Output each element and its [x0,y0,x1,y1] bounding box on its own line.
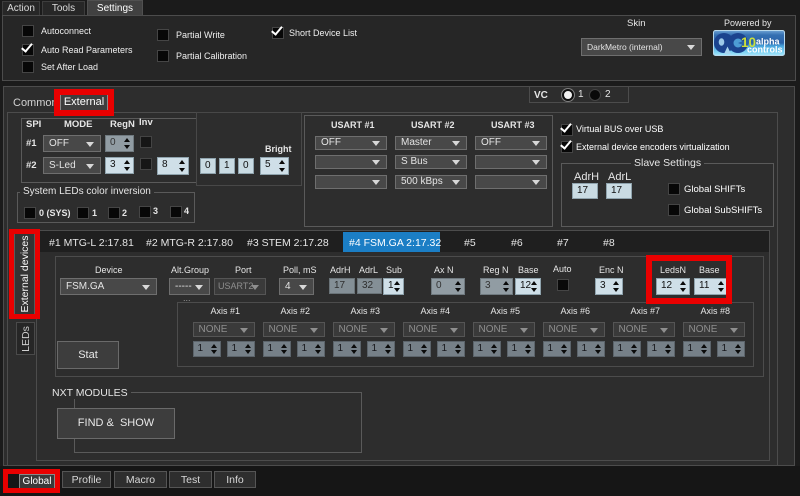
svg-text:controls: controls [747,45,783,55]
